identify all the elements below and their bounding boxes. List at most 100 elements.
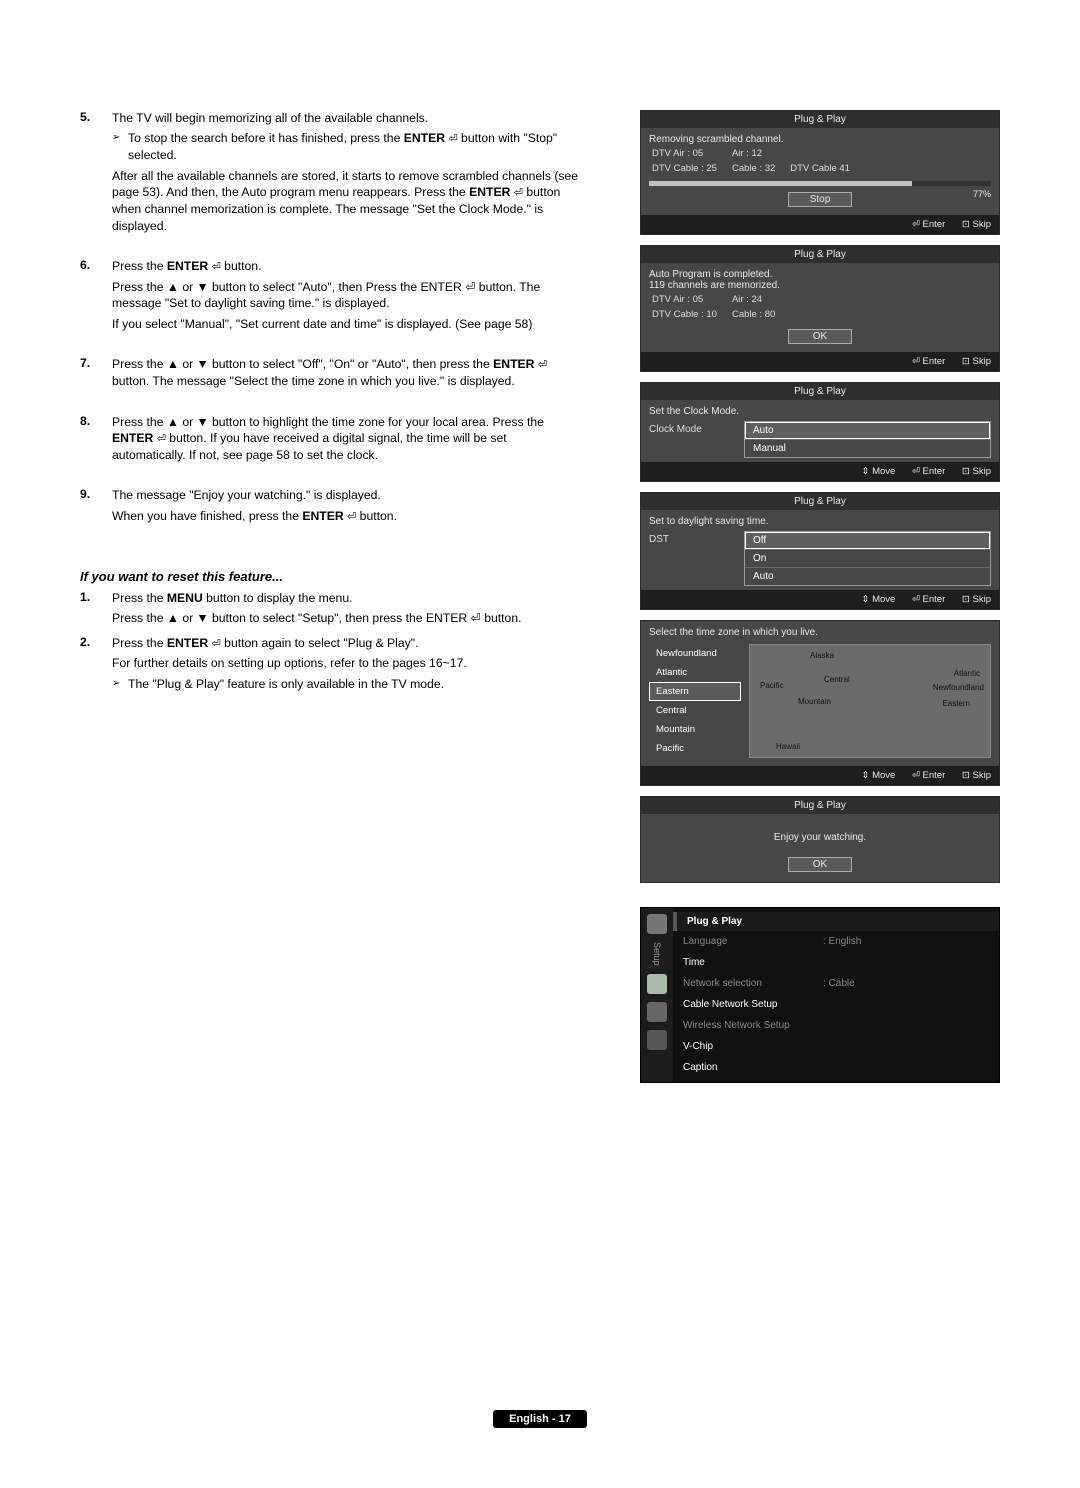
text: Press the ▲ or ▼ button to select "Off",… xyxy=(112,357,493,371)
bold-text: ENTER xyxy=(404,131,445,145)
map-label: Pacific xyxy=(760,681,784,690)
setup-body: Plug & Play Language: English Time Netwo… xyxy=(673,908,999,1082)
menu-item-cable-network[interactable]: Cable Network Setup xyxy=(683,999,823,1010)
option-auto[interactable]: Auto xyxy=(745,422,990,440)
field-label: Clock Mode xyxy=(649,421,744,435)
option-off[interactable]: Off xyxy=(745,532,990,550)
enter-icon: ⏎ xyxy=(538,358,547,373)
hint-skip: ⊡ Skip xyxy=(962,466,991,477)
stop-button[interactable]: Stop xyxy=(788,192,852,207)
text: Press the xyxy=(112,591,167,605)
text: Press the xyxy=(112,636,167,650)
osd-time-zone: Select the time zone in which you live. … xyxy=(640,620,1000,786)
osd-title: Plug & Play xyxy=(641,246,999,263)
option-auto[interactable]: Auto xyxy=(745,568,990,585)
step-body: The TV will begin memorizing all of the … xyxy=(112,110,580,238)
text: Press the ▲ or ▼ button to select "Setup… xyxy=(112,610,580,626)
step-number: 9. xyxy=(80,487,112,528)
ok-button[interactable]: OK xyxy=(788,329,852,344)
hint-enter: ⏎ Enter xyxy=(912,356,945,367)
step-body: Press the ENTER ⏎ button again to select… xyxy=(112,635,580,697)
input-icon[interactable] xyxy=(647,1002,667,1022)
tz-central[interactable]: Central xyxy=(649,701,741,720)
hint-move: ⇕ Move xyxy=(861,770,895,781)
menu-item-network-selection[interactable]: Network selection xyxy=(683,978,823,989)
osd-line: 119 channels are memorized. xyxy=(649,280,991,291)
setup-tab-label: Setup xyxy=(652,942,662,966)
step-number: 6. xyxy=(80,258,112,336)
count-cell: DTV Air : 05 xyxy=(651,147,729,160)
osd-autoprogram-complete: Plug & Play Auto Program is completed. 1… xyxy=(640,245,1000,372)
step-number: 2. xyxy=(80,635,112,697)
menu-value: : Cable xyxy=(823,978,989,989)
text: button. xyxy=(221,259,262,273)
gear-icon[interactable] xyxy=(647,974,667,994)
map-label: Eastern xyxy=(942,699,970,708)
enter-icon: ⏎ xyxy=(212,260,221,275)
hint-enter: ⏎ Enter xyxy=(912,466,945,477)
menu-item-vchip[interactable]: V-Chip xyxy=(683,1041,823,1052)
step-number: 1. xyxy=(80,590,112,631)
tz-mountain[interactable]: Mountain xyxy=(649,720,741,739)
hint-enter: ⏎ Enter xyxy=(912,219,945,230)
count-cell: DTV Cable : 10 xyxy=(651,308,729,321)
count-cell: DTV Cable : 25 xyxy=(651,162,729,175)
tz-pacific[interactable]: Pacific xyxy=(649,739,741,758)
option-list: Off On Auto xyxy=(744,531,991,586)
text: When you have finished, press the xyxy=(112,509,302,523)
text: button to display the menu. xyxy=(203,591,353,605)
bold-text: ENTER xyxy=(167,259,208,273)
application-icon[interactable] xyxy=(647,1030,667,1050)
menu-item-time[interactable]: Time xyxy=(683,957,823,968)
text: The message "Enjoy your watching." is di… xyxy=(112,487,580,503)
map-label: Mountain xyxy=(798,697,831,706)
text: Press the ▲ or ▼ button to highlight the… xyxy=(112,415,544,429)
hint-enter: ⏎ Enter xyxy=(912,594,945,605)
osd-clock-mode: Plug & Play Set the Clock Mode. Clock Mo… xyxy=(640,382,1000,482)
step-body: Press the ▲ or ▼ button to highlight the… xyxy=(112,414,580,468)
field-label: DST xyxy=(649,531,744,545)
menu-item-wireless-network[interactable]: Wireless Network Setup xyxy=(683,1020,823,1031)
option-manual[interactable]: Manual xyxy=(745,440,990,457)
progress-bar: 77% xyxy=(649,181,991,186)
map-label: Hawaii xyxy=(776,742,800,751)
osd-message: Removing scrambled channel. xyxy=(649,134,991,145)
enter-icon: ⏎ xyxy=(347,510,356,525)
option-on[interactable]: On xyxy=(745,550,990,568)
tz-newfoundland[interactable]: Newfoundland xyxy=(649,644,741,663)
count-cell: Cable : 32 xyxy=(731,162,787,175)
text: button. If you have received a digital s… xyxy=(112,431,507,462)
menu-item-caption[interactable]: Caption xyxy=(683,1062,823,1073)
map-label: Alaska xyxy=(810,651,834,660)
hint-enter: ⏎ Enter xyxy=(912,770,945,781)
osd-dst: Plug & Play Set to daylight saving time.… xyxy=(640,492,1000,610)
menu-item-language[interactable]: Language xyxy=(683,936,823,947)
osd-message: Set the Clock Mode. xyxy=(649,406,991,417)
osd-title: Plug & Play xyxy=(641,493,999,510)
bold-text: ENTER xyxy=(469,185,510,199)
count-cell: Cable : 80 xyxy=(731,308,787,321)
step-body: The message "Enjoy your watching." is di… xyxy=(112,487,580,528)
tz-atlantic[interactable]: Atlantic xyxy=(649,663,741,682)
menu-item-plug-and-play[interactable]: Plug & Play xyxy=(673,912,999,931)
menu-value: : English xyxy=(823,936,989,947)
osd-screenshots: Plug & Play Removing scrambled channel. … xyxy=(640,110,1000,1083)
enter-icon: ⏎ xyxy=(514,186,523,201)
osd-title: Plug & Play xyxy=(641,797,999,814)
step-body: Press the MENU button to display the men… xyxy=(112,590,580,631)
hint-skip: ⊡ Skip xyxy=(962,594,991,605)
picture-icon[interactable] xyxy=(647,914,667,934)
text: Press the xyxy=(112,259,167,273)
enter-icon: ⏎ xyxy=(157,432,166,447)
ok-button[interactable]: OK xyxy=(788,857,852,872)
hint-skip: ⊡ Skip xyxy=(962,770,991,781)
page-number: English - 17 xyxy=(493,1410,587,1428)
text: Press the ▲ or ▼ button to select "Auto"… xyxy=(112,279,580,312)
step-number: 5. xyxy=(80,110,112,238)
progress-percent: 77% xyxy=(973,189,991,199)
bold-text: ENTER xyxy=(302,509,343,523)
tz-eastern[interactable]: Eastern xyxy=(649,682,741,701)
osd-title: Plug & Play xyxy=(641,383,999,400)
count-cell: DTV Cable 41 xyxy=(789,162,862,175)
reset-heading: If you want to reset this feature... xyxy=(80,569,580,584)
